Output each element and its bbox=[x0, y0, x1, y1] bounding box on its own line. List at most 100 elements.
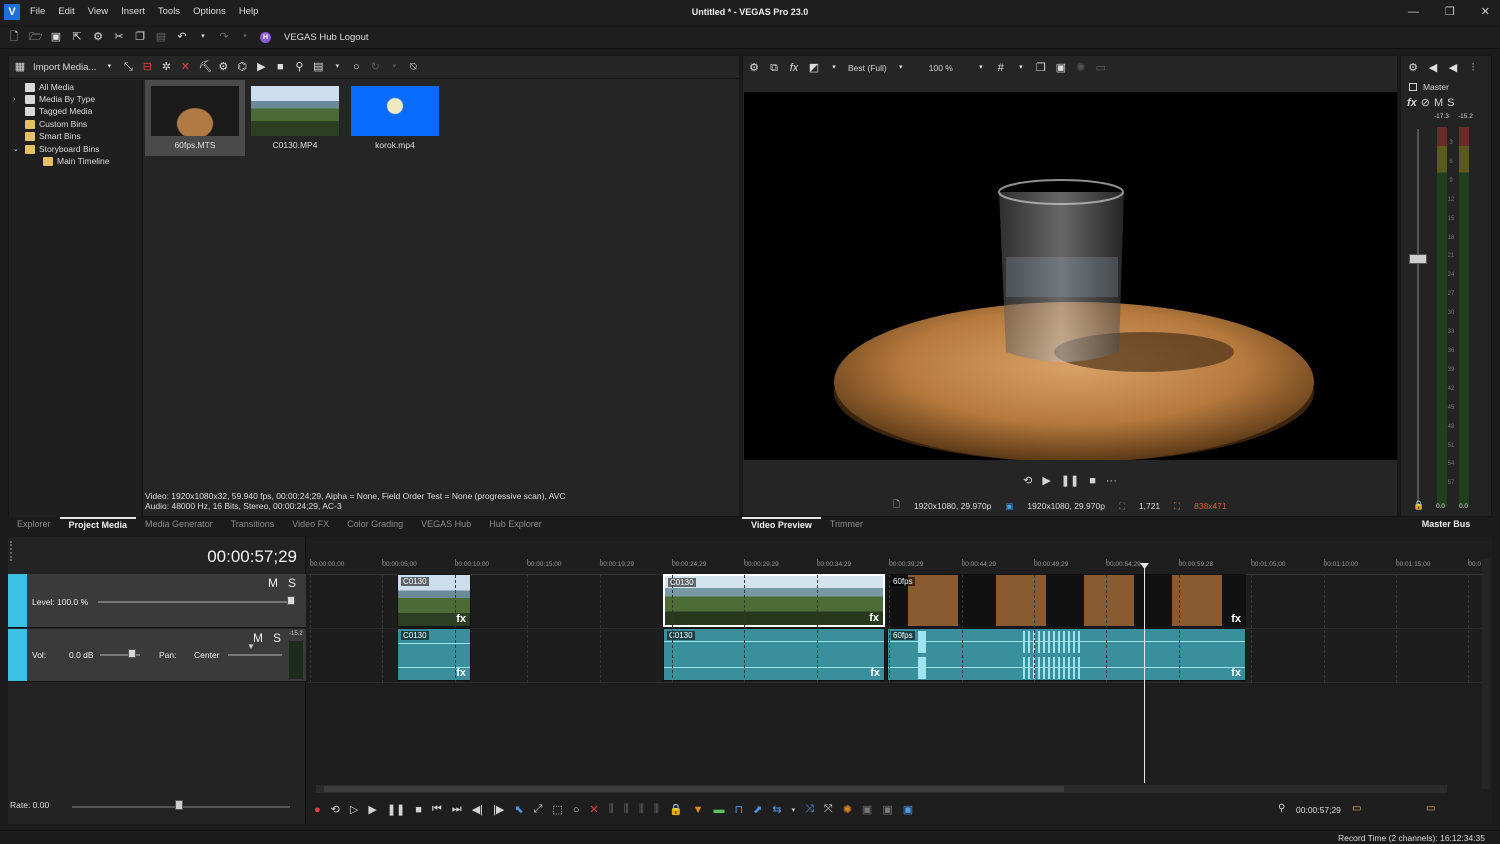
loop-playback-icon[interactable]: ⟲ bbox=[331, 803, 340, 816]
audio-track-header[interactable]: M S -15.2 Vol: 0.0 dB Pan: Center ▼ bbox=[8, 629, 306, 682]
audio-solo-button[interactable]: S bbox=[273, 631, 281, 645]
mixer-settings-gear-icon[interactable]: ⚙ bbox=[1407, 62, 1419, 74]
media-view-icon[interactable]: ▦ bbox=[14, 61, 26, 73]
delete-icon[interactable]: ✕ bbox=[179, 61, 191, 73]
next-frame-icon[interactable]: |▶ bbox=[493, 803, 504, 816]
search-icon[interactable]: ○ bbox=[350, 61, 362, 73]
tab-vegas-hub[interactable]: VEGAS Hub bbox=[412, 517, 480, 531]
track-number[interactable] bbox=[8, 574, 27, 627]
level-slider[interactable] bbox=[98, 601, 288, 603]
undo-dropdown-icon[interactable]: ▾ bbox=[197, 31, 209, 43]
clip-fx-icon[interactable]: fx bbox=[456, 613, 466, 625]
video-clip-c0130-2[interactable]: C0130 fx bbox=[663, 574, 885, 627]
overlays-dropdown-icon[interactable]: ▾ bbox=[1015, 62, 1027, 74]
copy-icon[interactable]: ❐ bbox=[134, 31, 146, 43]
envelope-tool-icon[interactable]: ⤢ bbox=[534, 803, 543, 816]
quality-dropdown-icon[interactable]: ▾ bbox=[895, 62, 907, 74]
tab-video-fx[interactable]: Video FX bbox=[283, 517, 338, 531]
audio-clip-60fps[interactable]: 60fps fx bbox=[887, 628, 1246, 681]
tab-master-bus[interactable]: Master Bus bbox=[1422, 519, 1471, 529]
clean-icon[interactable]: ⛏ bbox=[198, 61, 212, 73]
pan-slider[interactable] bbox=[228, 654, 282, 656]
split-dropdown-icon[interactable]: ▾ bbox=[828, 62, 840, 74]
trim-end-icon[interactable]: ⫼ bbox=[639, 803, 644, 816]
play-icon[interactable]: ▶ bbox=[368, 803, 376, 816]
remove-media-icon[interactable]: ⊟ bbox=[141, 61, 153, 73]
external-monitor-icon[interactable]: ⧉ bbox=[768, 62, 780, 74]
play-from-start-icon[interactable]: ▷ bbox=[350, 803, 358, 816]
save-icon[interactable]: ▣ bbox=[50, 31, 62, 43]
tab-project-media[interactable]: Project Media bbox=[59, 517, 137, 531]
open-folder-icon[interactable]: 🗁 bbox=[29, 31, 43, 43]
render-icon[interactable]: ⇱ bbox=[71, 31, 83, 43]
media-fx-chain-icon[interactable]: ⌬ bbox=[236, 61, 248, 73]
track-number[interactable] bbox=[8, 629, 27, 681]
video-clip-60fps[interactable]: 60fps fx bbox=[887, 574, 1246, 627]
tab-transitions[interactable]: Transitions bbox=[222, 517, 284, 531]
display-icon[interactable]: ▭ bbox=[1095, 62, 1107, 74]
rate-slider-knob[interactable] bbox=[175, 800, 183, 810]
loop-region-icon[interactable]: ▭ bbox=[1352, 803, 1361, 814]
collapse-icon[interactable]: ⌄ bbox=[13, 145, 21, 153]
save-snapshot-icon[interactable]: ▣ bbox=[1055, 62, 1067, 74]
cut-icon[interactable]: ✂ bbox=[113, 31, 125, 43]
views-dropdown-icon[interactable]: ▾ bbox=[331, 61, 343, 73]
loop-icon[interactable]: ⟲ bbox=[1023, 474, 1032, 487]
audio-clip-c0130-1[interactable]: C0130 fx bbox=[397, 628, 471, 681]
split-icon[interactable]: ⫼ bbox=[654, 803, 659, 816]
level-slider-knob[interactable] bbox=[287, 596, 295, 605]
selection-tool-icon[interactable]: ⬚ bbox=[552, 803, 562, 816]
video-mute-button[interactable]: M bbox=[268, 576, 278, 590]
delete-icon[interactable]: ✕ bbox=[589, 803, 598, 816]
media-fx-icon[interactable]: ✲ bbox=[160, 61, 172, 73]
tab-color-grading[interactable]: Color Grading bbox=[338, 517, 412, 531]
region-icon[interactable]: ▬ bbox=[714, 804, 725, 816]
clip-fx-icon[interactable]: fx bbox=[870, 667, 880, 679]
filter-icon[interactable]: ⍉ bbox=[407, 61, 419, 73]
playhead-cursor[interactable] bbox=[1144, 563, 1145, 783]
tree-item-all-media[interactable]: All Media bbox=[13, 82, 74, 92]
ungroup-icon[interactable]: ▣ bbox=[882, 803, 892, 816]
master-fader-knob[interactable] bbox=[1409, 254, 1427, 264]
clip-fx-icon[interactable]: fx bbox=[869, 612, 879, 624]
import-media-button[interactable]: Import Media... bbox=[33, 62, 96, 73]
preview-quality-dropdown[interactable]: Best (Full) bbox=[848, 63, 887, 73]
timeline-ruler[interactable]: 00:00:00;00 00:00:05;00 00:00:10;00 00:00:1… bbox=[308, 559, 1484, 575]
trim-icon[interactable]: ⫼ bbox=[609, 803, 614, 816]
more-icon[interactable]: ··· bbox=[1106, 475, 1117, 487]
master-solo-button[interactable]: S bbox=[1447, 97, 1454, 109]
color-match-icon[interactable]: ✺ bbox=[843, 803, 852, 816]
snapping-icon[interactable]: ⊓ bbox=[735, 803, 744, 816]
views-icon[interactable]: ▤ bbox=[312, 61, 324, 73]
zoom-dropdown[interactable]: 100 % bbox=[929, 63, 953, 73]
copy-snapshot-icon[interactable]: ❐ bbox=[1035, 62, 1047, 74]
go-to-start-icon[interactable]: ⏮ bbox=[432, 803, 442, 816]
video-fx-icon[interactable]: fx bbox=[788, 62, 800, 74]
selection-length-icon[interactable]: ▭ bbox=[1426, 803, 1435, 814]
tree-item-custom-bins[interactable]: Custom Bins bbox=[13, 119, 87, 129]
trim-start-icon[interactable]: ⫼ bbox=[624, 803, 629, 816]
scrollbar-thumb[interactable] bbox=[324, 786, 1064, 792]
play-icon[interactable]: ▶ bbox=[1042, 474, 1050, 487]
tree-item-tagged-media[interactable]: Tagged Media bbox=[13, 106, 92, 116]
vertical-scrollbar[interactable] bbox=[1482, 559, 1490, 789]
tab-hub-explorer[interactable]: Hub Explorer bbox=[480, 517, 551, 531]
pan-marker-icon[interactable]: ▼ bbox=[247, 642, 255, 651]
maximize-icon[interactable]: ❐ bbox=[1445, 5, 1455, 18]
prev-frame-icon[interactable]: ◀| bbox=[472, 803, 483, 816]
normal-edit-tool-icon[interactable]: ⬉ bbox=[514, 803, 523, 816]
tab-trimmer[interactable]: Trimmer bbox=[821, 517, 872, 531]
media-thumb-c0130[interactable]: C0130.MP4 bbox=[245, 80, 345, 156]
preview-settings-gear-icon[interactable]: ⚙ bbox=[748, 62, 760, 74]
vol-slider-knob[interactable] bbox=[128, 649, 136, 658]
stop-icon[interactable]: ■ bbox=[1089, 475, 1096, 487]
master-fx-icon[interactable]: fx bbox=[1407, 97, 1417, 109]
new-file-icon[interactable]: 🗋 bbox=[8, 31, 20, 43]
paste-icon[interactable]: ▤ bbox=[155, 31, 167, 43]
tab-media-generator[interactable]: Media Generator bbox=[136, 517, 222, 531]
properties-gear-icon[interactable]: ⚙ bbox=[92, 31, 104, 43]
media-thumb-60fps[interactable]: 60fps.MTS bbox=[145, 80, 245, 156]
zoom-dropdown-icon[interactable]: ▾ bbox=[975, 62, 987, 74]
record-icon[interactable]: ● bbox=[314, 804, 321, 816]
expand-icon[interactable]: › bbox=[13, 96, 21, 103]
